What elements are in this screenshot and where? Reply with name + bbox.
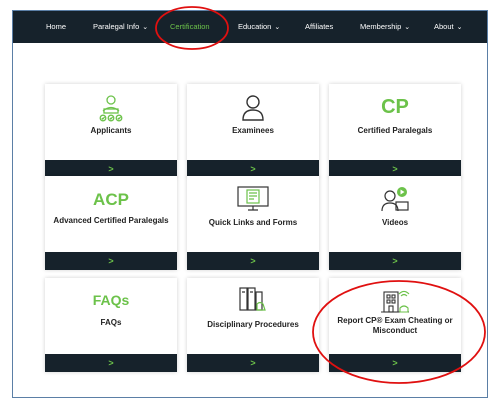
chevron-down-icon: ⌄ [404,24,411,31]
card-examinees[interactable]: Examinees > [187,84,319,178]
nav-about[interactable]: About ⌄ [434,11,462,43]
card-label: Disciplinary Procedures [207,320,299,329]
card-label: FAQs [100,318,122,327]
nav-certification[interactable]: Certification [170,11,210,43]
nav-education[interactable]: Education ⌄ [238,11,280,43]
nav-paralegal-info[interactable]: Paralegal Info ⌄ [93,11,148,43]
card-label: Advanced Certified Paralegals [53,216,169,225]
card-label: Quick Links and Forms [208,218,298,227]
person-icon [242,95,264,121]
video-person-icon [381,187,409,212]
card-disciplinary-procedures[interactable]: Disciplinary Procedures > [187,278,319,372]
card-arrow-button[interactable]: > [45,252,177,270]
card-label: Report CP® Exam Cheating or Misconduct [337,316,453,335]
chevron-down-icon: ⌄ [142,24,149,31]
card-label: Videos [381,218,409,227]
nav-certification-label: Certification [170,22,210,31]
monitor-form-icon [237,186,269,211]
applicants-icon [99,95,123,122]
card-arrow-button[interactable]: > [329,252,461,270]
card-report-misconduct[interactable]: Report CP® Exam Cheating or Misconduct > [329,278,461,372]
chevron-down-icon: ⌄ [456,24,463,31]
card-label: Applicants [90,126,132,135]
nav-membership[interactable]: Membership ⌄ [360,11,410,43]
card-arrow-button[interactable]: > [329,354,461,372]
nav-affiliates[interactable]: Affiliates [305,11,333,43]
nav-home[interactable]: Home [46,11,66,43]
faqs-logo: FAQs [92,292,130,308]
card-quick-links[interactable]: Quick Links and Forms > [187,176,319,270]
nav-paralegal-info-label: Paralegal Info [93,22,140,31]
top-navigation: Home Paralegal Info ⌄ Certification Educa… [13,11,487,43]
chevron-down-icon: ⌄ [274,24,281,31]
card-arrow-button[interactable]: > [45,354,177,372]
card-arrow-button[interactable]: > [187,252,319,270]
card-label: Certified Paralegals [357,126,433,135]
nav-about-label: About [434,22,454,31]
cp-logo: CP [381,96,409,118]
nav-affiliates-label: Affiliates [305,22,334,31]
card-applicants[interactable]: Applicants > [45,84,177,178]
card-videos[interactable]: Videos > [329,176,461,270]
nav-membership-label: Membership [360,22,402,31]
building-wifi-icon [381,290,410,313]
nav-home-label: Home [46,22,67,31]
card-certified-paralegals[interactable]: CP Certified Paralegals > [329,84,461,178]
card-acp[interactable]: ACP Advanced Certified Paralegals > [45,176,177,270]
binders-hand-icon [239,287,266,311]
acp-logo: ACP [93,190,129,209]
card-arrow-button[interactable]: > [187,354,319,372]
card-faqs[interactable]: FAQs FAQs > [45,278,177,372]
nav-education-label: Education [238,22,272,31]
page-frame: Home Paralegal Info ⌄ Certification Educa… [12,10,488,398]
card-label: Examinees [232,126,274,135]
